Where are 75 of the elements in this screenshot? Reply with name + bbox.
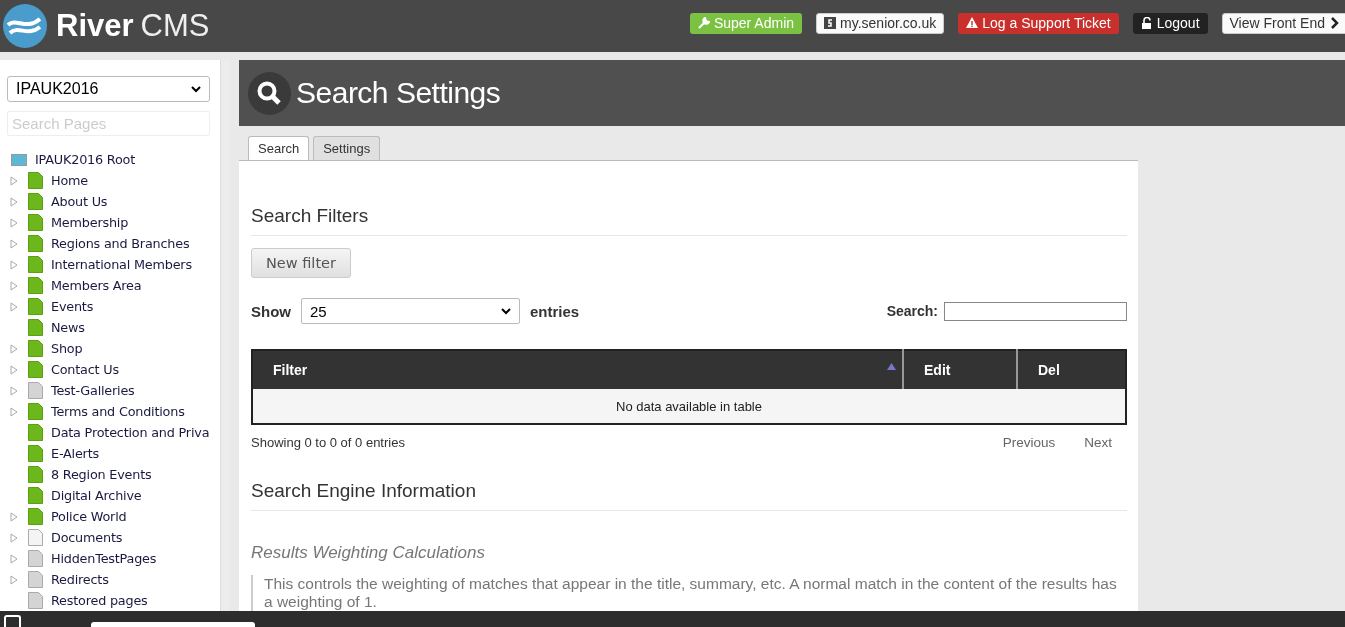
previous-link[interactable]: Previous [1002, 435, 1056, 450]
section-heading: Search Engine Information [251, 480, 1127, 511]
logo-text: River [56, 8, 134, 44]
tree-item[interactable]: International Members [51, 257, 192, 272]
caret-icon [191, 85, 201, 93]
tree-item[interactable]: Police World [51, 509, 127, 524]
tree-item[interactable]: Test-Galleries [51, 383, 135, 398]
new-filter-button[interactable]: New filter [251, 248, 351, 278]
tree-item[interactable]: Contact Us [51, 362, 119, 377]
header-button[interactable]: my.senior.co.uk [816, 12, 945, 34]
expand-icon[interactable] [10, 385, 18, 396]
expand-icon[interactable] [10, 511, 18, 522]
tab[interactable]: Search [248, 136, 310, 160]
tree-item[interactable]: HiddenTestPages [51, 551, 157, 566]
caret-icon [501, 307, 511, 315]
wrench-icon [697, 17, 710, 29]
next-link[interactable]: Next [1084, 435, 1112, 450]
site-select[interactable]: IPAUK2016 [7, 76, 210, 102]
header-button[interactable]: Logout [1132, 12, 1208, 34]
column-header[interactable]: Edit [903, 350, 1017, 389]
unlock-icon [1140, 17, 1153, 29]
input-field[interactable] [91, 622, 255, 627]
logo-text: CMS [140, 8, 210, 44]
search-field[interactable] [944, 301, 1127, 321]
header-button[interactable]: View Front End [1221, 12, 1345, 34]
expand-icon[interactable] [10, 553, 18, 564]
tree-item[interactable]: About Us [51, 194, 108, 209]
monitor-icon [11, 153, 27, 166]
logo-icon [2, 3, 48, 49]
tree-item[interactable]: Shop [51, 341, 83, 356]
column-header[interactable]: Del [1017, 350, 1126, 389]
tree-item[interactable]: Members Area [51, 278, 142, 293]
expand-icon[interactable] [10, 196, 18, 207]
tree-item[interactable]: Home [51, 173, 88, 188]
column-header[interactable]: Filter [252, 350, 903, 389]
expand-icon[interactable] [10, 175, 18, 186]
entries-label: entries [530, 302, 580, 320]
tree-item[interactable]: Digital Archive [51, 488, 142, 503]
tree-item[interactable]: Restored pages [51, 593, 148, 608]
empty-table-message: No data available in table [252, 389, 1126, 424]
tree-item[interactable]: Events [51, 299, 94, 314]
table-info: Showing 0 to 0 of 0 entries [251, 435, 405, 450]
expand-icon[interactable] [10, 406, 18, 417]
expand-icon[interactable] [10, 238, 18, 249]
expand-icon[interactable] [10, 364, 18, 375]
show-label: Show [251, 302, 291, 320]
subheading: Results Weighting Calculations [251, 543, 487, 563]
search-icon [248, 71, 291, 115]
expand-icon[interactable] [10, 301, 18, 312]
expand-icon[interactable] [10, 574, 18, 585]
window-icon[interactable] [4, 615, 21, 627]
tree-item[interactable]: Regions and Branches [51, 236, 190, 251]
chevron-right-icon [1329, 17, 1341, 29]
tree-item[interactable]: Terms and Conditions [51, 404, 185, 419]
tree-item[interactable]: Membership [51, 215, 129, 230]
tree-item[interactable]: IPAUK2016 Root [35, 152, 135, 167]
tree-item[interactable]: 8 Region Events [51, 467, 152, 482]
page-title: Search Settings [296, 76, 501, 110]
page-size-select[interactable]: 25 [301, 298, 520, 324]
tab[interactable]: Settings [313, 136, 381, 160]
expand-icon[interactable] [10, 532, 18, 543]
expand-icon[interactable] [10, 259, 18, 270]
tree-item[interactable]: E-Alerts [51, 446, 99, 461]
expand-icon[interactable] [10, 280, 18, 291]
tree-item[interactable]: Documents [51, 530, 123, 545]
section-heading: Search Filters [251, 205, 1127, 236]
expand-icon[interactable] [10, 343, 18, 354]
warning-icon [966, 17, 979, 29]
expand-icon[interactable] [10, 217, 18, 228]
tree-item[interactable]: News [51, 320, 85, 335]
s-logo-icon [824, 17, 837, 29]
tree-item[interactable]: Redirects [51, 572, 109, 587]
search-label: Search: [886, 303, 938, 319]
tree-item[interactable]: Data Protection and Priva [51, 425, 210, 440]
header-button[interactable]: Log a Support Ticket [958, 12, 1119, 34]
